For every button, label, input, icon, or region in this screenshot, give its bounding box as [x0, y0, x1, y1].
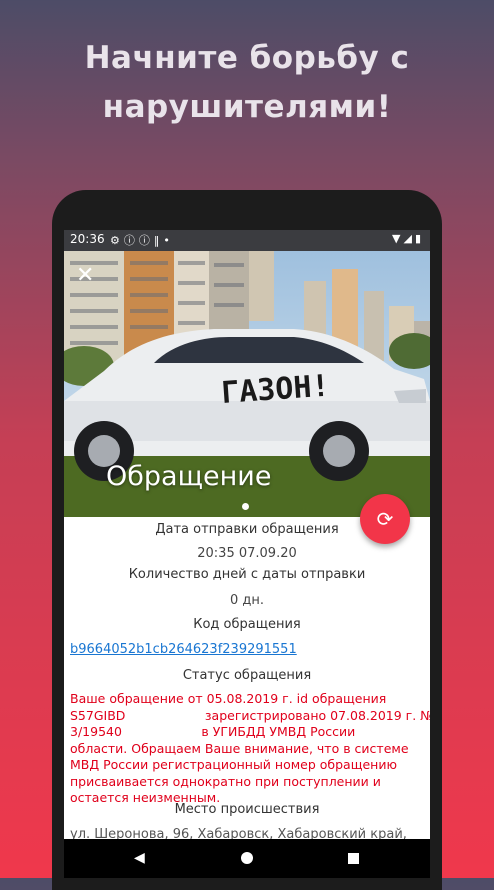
days-value: 0 дн. — [229, 593, 265, 608]
status-line: Ваше обращение от 05.08.2019 г. id обращ… — [70, 691, 387, 706]
hero-photo: ГАЗОН! ✕ Обращение — [64, 251, 430, 517]
status-line: 3/19540 в УГИБДД УМВД России — [70, 724, 356, 739]
info-icon: ⓘ — [123, 234, 139, 247]
status-bar: 20:36 ⚙ⓘⓘ‖• ▼◢▮ — [64, 230, 430, 251]
hero-title: Обращение — [106, 461, 272, 492]
settings-icon: ⚙ — [110, 234, 124, 247]
appeal-code-link[interactable]: b9664052b1cb264623f239291551 — [70, 642, 297, 657]
refresh-button[interactable]: ⟳ — [360, 494, 410, 544]
place-label: Место происшествия — [174, 802, 320, 817]
days-label: Количество дней с даты отправки — [128, 567, 366, 582]
status-line: МВД России регистрационный номер обращен… — [70, 757, 397, 772]
status-left-icons: ⚙ⓘⓘ‖• — [110, 232, 174, 248]
status-text: Ваше обращение от 05.08.2019 г. id обращ… — [70, 691, 430, 807]
status-right-icons: ▼◢▮ — [392, 232, 424, 245]
home-icon[interactable] — [241, 852, 253, 864]
dot-icon: • — [163, 234, 174, 247]
cell-signal-icon: ◢ — [403, 232, 415, 245]
headline-line-2: нарушителями! — [102, 89, 392, 125]
wifi-icon: ▼ — [392, 232, 404, 245]
status-line: S57GIBD зарегистрировано 07.08.2019 г. № — [70, 707, 430, 723]
info-icon: ⓘ — [138, 234, 154, 247]
code-label: Код обращения — [193, 617, 301, 632]
android-nav-bar: ◀ — [64, 839, 430, 878]
battery-icon: ▮ — [414, 232, 424, 245]
status-line: области. Обращаем Ваше внимание, что в с… — [70, 740, 409, 756]
status-label: Статус обращения — [182, 668, 312, 683]
refresh-icon: ⟳ — [376, 507, 394, 531]
headline-line-1: Начните борьбу с — [84, 40, 410, 76]
status-time: 20:36 — [70, 232, 105, 246]
recents-icon[interactable] — [348, 853, 359, 864]
status-line: присваивается однократно при поступлении… — [70, 773, 381, 789]
place-value: ул. Шеронова, 96, Хабаровск, Хабаровский… — [70, 827, 407, 839]
promo-headline: Начните борьбу с нарушителями! — [0, 34, 494, 132]
close-icon[interactable]: ✕ — [76, 263, 94, 288]
back-icon[interactable]: ◀ — [134, 850, 145, 866]
signal-bars-icon: ‖ — [153, 234, 164, 247]
phone-screen: 20:36 ⚙ⓘⓘ‖• ▼◢▮ ГАЗОН! ✕ Обращение Дата … — [64, 230, 430, 878]
pager-dot — [242, 503, 249, 510]
appeal-details: Дата отправки обращения 20:35 07.09.20 К… — [64, 517, 430, 839]
sent-date-value: 20:35 07.09.20 — [197, 546, 297, 561]
